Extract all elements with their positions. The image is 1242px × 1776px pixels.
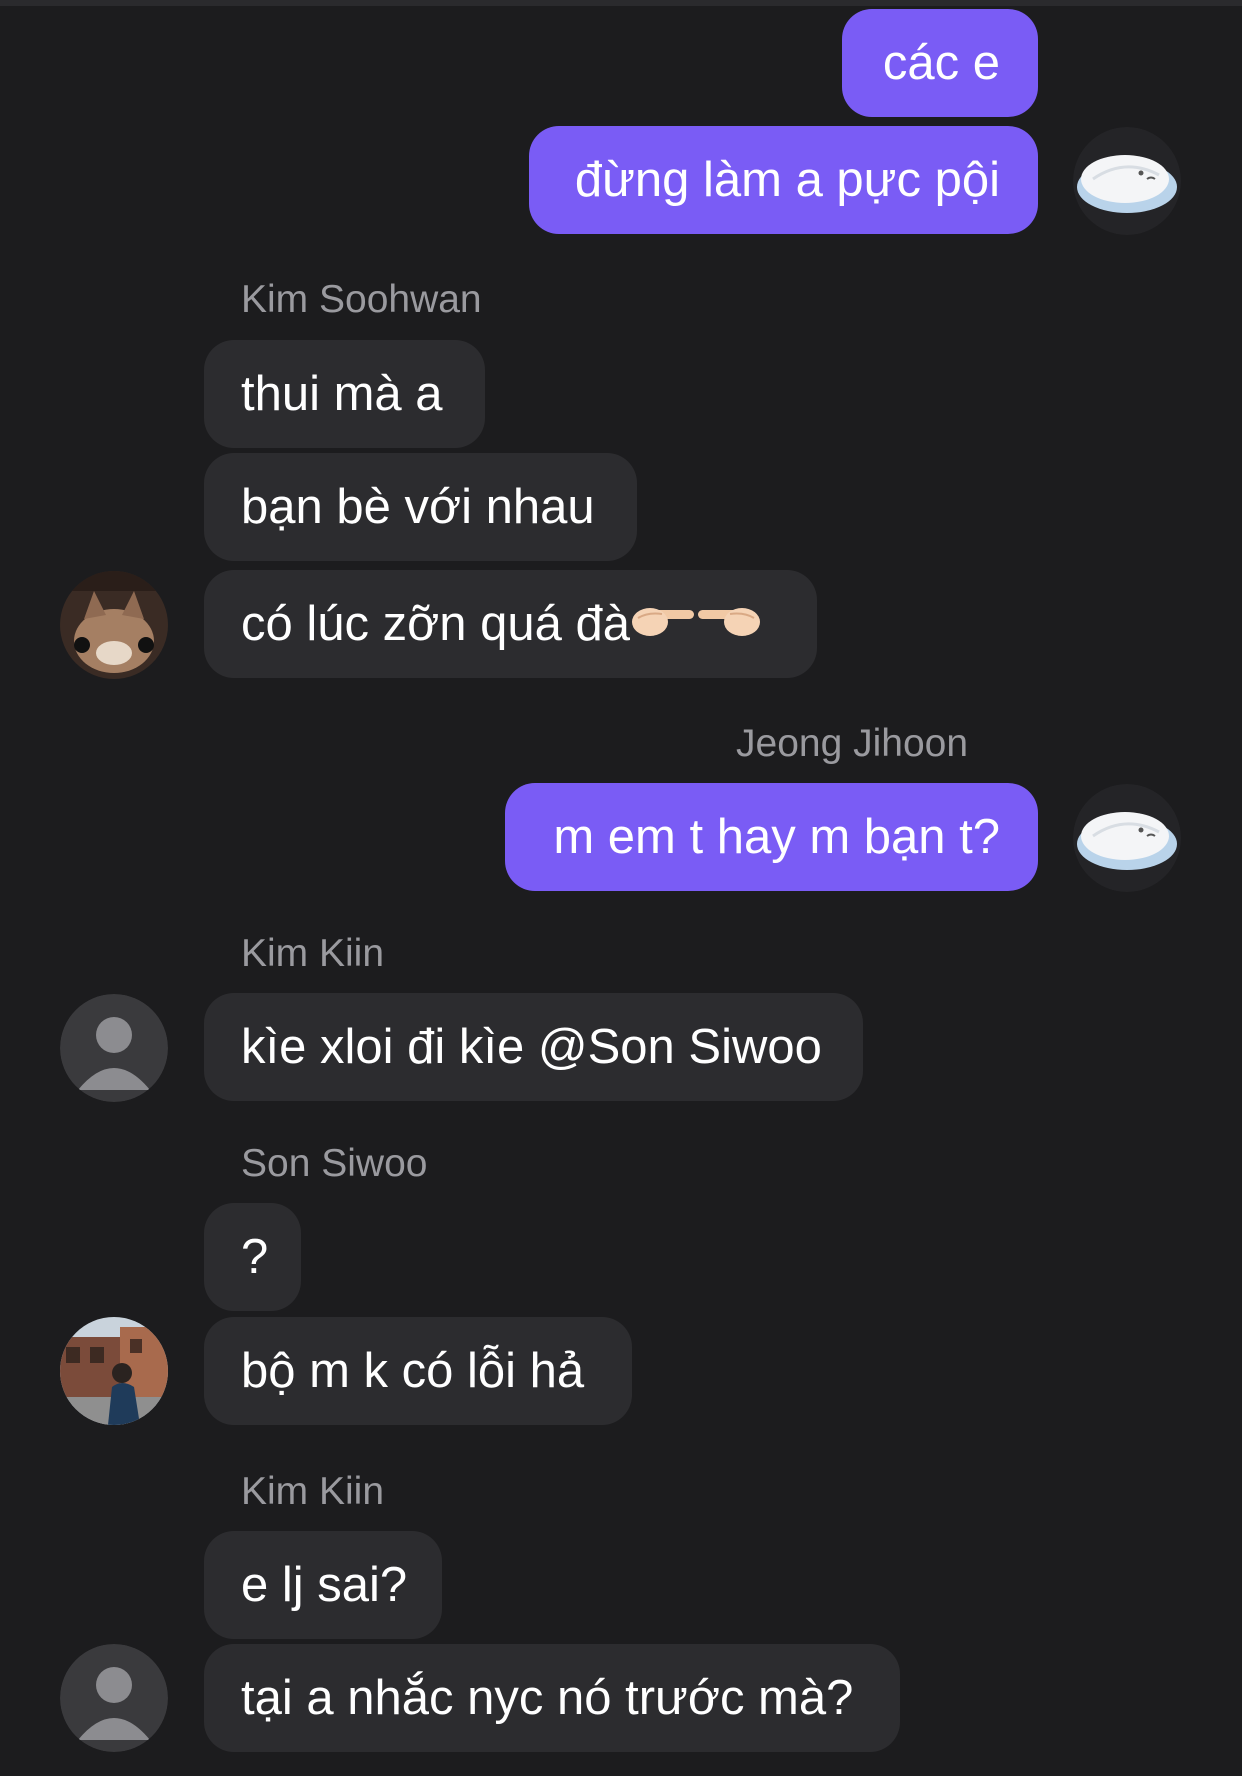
- message-text: kìe xloi đi kìe @Son Siwoo: [241, 1020, 822, 1074]
- street-photo-icon: [60, 1317, 168, 1425]
- backhand-index-pointing-right-icon: [630, 596, 696, 652]
- message-text: thui mà a: [241, 367, 443, 421]
- self-avatar[interactable]: [1073, 127, 1181, 235]
- message-text: các e: [882, 36, 1000, 90]
- message-text: bộ m k có lỗi hả: [241, 1344, 585, 1398]
- sender-name: Kim Soohwan: [241, 278, 482, 321]
- message-text: m em t hay m bạn t?: [553, 810, 1000, 864]
- message-bubble-incoming[interactable]: thui mà a: [204, 340, 485, 448]
- message-text: có lúc zỡn quá đà: [241, 597, 630, 651]
- cat-photo-icon: [60, 571, 168, 679]
- message-bubble-outgoing[interactable]: m em t hay m bạn t?: [505, 783, 1038, 891]
- backhand-index-pointing-left-icon: [696, 596, 762, 652]
- kim-kiin-avatar[interactable]: [60, 994, 168, 1102]
- message-bubble-incoming[interactable]: bộ m k có lỗi hả: [204, 1317, 632, 1425]
- message-bubble-incoming[interactable]: ?: [204, 1203, 301, 1311]
- sender-name: Son Siwoo: [241, 1142, 428, 1185]
- message-text: bạn bè với nhau: [241, 480, 595, 534]
- message-bubble-incoming[interactable]: có lúc zỡn quá đà: [204, 570, 817, 678]
- message-bubble-incoming[interactable]: bạn bè với nhau: [204, 453, 637, 561]
- sender-name: Kim Kiin: [241, 1470, 385, 1513]
- self-avatar[interactable]: [1073, 784, 1181, 892]
- message-text: ?: [241, 1230, 269, 1284]
- message-bubble-outgoing[interactable]: đừng làm a pực pội: [529, 126, 1038, 234]
- default-person-icon: [60, 994, 168, 1102]
- message-text: e lj sai?: [241, 1558, 408, 1612]
- kim-soohwan-avatar[interactable]: [60, 571, 168, 679]
- default-person-icon: [60, 1644, 168, 1752]
- sender-name: Jeong Jihoon: [736, 722, 969, 765]
- kim-kiin-avatar[interactable]: [60, 1644, 168, 1752]
- top-divider: [0, 0, 1242, 6]
- sender-name: Kim Kiin: [241, 932, 385, 975]
- message-bubble-incoming[interactable]: kìe xloi đi kìe @Son Siwoo: [204, 993, 863, 1101]
- son-siwoo-avatar[interactable]: [60, 1317, 168, 1425]
- message-bubble-incoming[interactable]: tại a nhắc nyc nó trước mà?: [204, 1644, 900, 1752]
- message-bubble-outgoing[interactable]: các e: [842, 9, 1038, 117]
- message-text: tại a nhắc nyc nó trước mà?: [241, 1671, 854, 1725]
- message-bubble-incoming[interactable]: e lj sai?: [204, 1531, 442, 1639]
- sleeping-blob-icon: [1073, 127, 1181, 235]
- sleeping-blob-icon: [1073, 784, 1181, 892]
- message-text: đừng làm a pực pội: [574, 153, 1000, 207]
